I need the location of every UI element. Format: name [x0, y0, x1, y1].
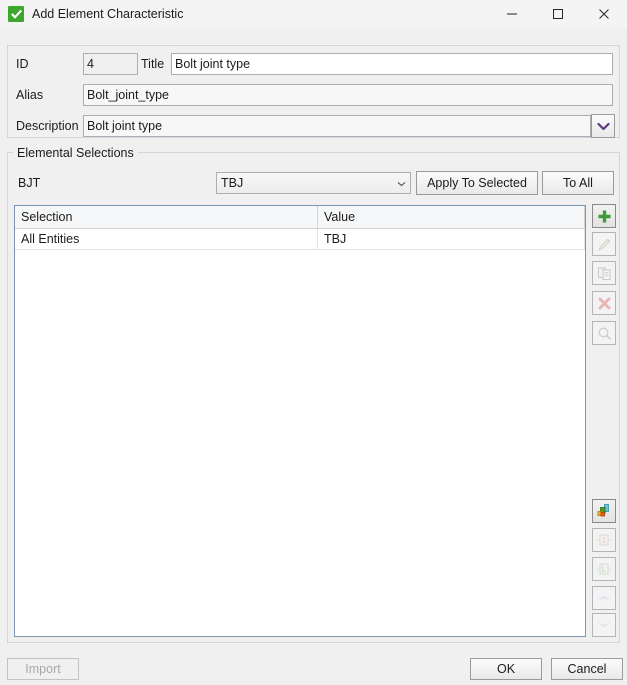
title-field[interactable]: Bolt joint type — [171, 53, 613, 75]
alias-field[interactable]: Bolt_joint_type — [83, 84, 613, 106]
chevron-down-icon — [596, 621, 612, 629]
characteristic-fields-panel: ID 4 Title Bolt joint type Alias Bolt_jo… — [7, 45, 620, 138]
title-label: Title — [141, 57, 164, 71]
copy-icon — [597, 266, 612, 281]
window-title: Add Element Characteristic — [32, 7, 183, 21]
chevron-down-icon — [397, 176, 406, 190]
chevron-up-icon — [596, 594, 612, 602]
svg-text:1: 1 — [602, 536, 607, 545]
title-bar: Add Element Characteristic — [0, 0, 627, 28]
find-row-button — [592, 321, 616, 345]
blocks-icon — [596, 503, 612, 519]
select-entities-button[interactable] — [592, 499, 616, 523]
move-up-button — [592, 586, 616, 610]
window-controls — [489, 0, 627, 28]
green-check-icon — [8, 6, 24, 22]
move-down-button — [592, 613, 616, 637]
alias-label: Alias — [16, 88, 43, 102]
to-all-button[interactable]: To All — [542, 171, 614, 195]
letter-selection-button: L — [592, 557, 616, 581]
cell-value[interactable]: TBJ — [318, 229, 585, 250]
delete-x-icon — [597, 296, 612, 311]
add-row-button[interactable] — [592, 204, 616, 228]
cancel-button[interactable]: Cancel — [551, 658, 623, 680]
close-icon[interactable] — [581, 0, 627, 28]
maximize-icon[interactable] — [535, 0, 581, 28]
apply-to-selected-button[interactable]: Apply To Selected — [416, 171, 538, 195]
description-field[interactable]: Bolt joint type — [83, 115, 591, 137]
column-header-selection[interactable]: Selection — [15, 206, 318, 229]
column-header-value[interactable]: Value — [318, 206, 585, 229]
id-label: ID — [16, 57, 29, 71]
selections-table[interactable]: Selection Value All Entities TBJ — [14, 205, 586, 637]
magnifier-icon — [597, 326, 612, 341]
edit-row-button — [592, 232, 616, 256]
characteristic-label: BJT — [18, 176, 40, 190]
cell-selection[interactable]: All Entities — [15, 229, 318, 250]
number-selection-button: 1 — [592, 528, 616, 552]
import-button[interactable]: Import — [7, 658, 79, 680]
description-label: Description — [16, 119, 79, 133]
value-combobox[interactable]: TBJ — [216, 172, 411, 194]
duplicate-row-button — [592, 261, 616, 285]
table-row[interactable]: All Entities TBJ — [15, 229, 585, 250]
value-combobox-value: TBJ — [221, 176, 397, 190]
table-header-row: Selection Value — [15, 206, 585, 229]
minimize-icon[interactable] — [489, 0, 535, 28]
number-one-icon: 1 — [596, 533, 612, 547]
letter-l-icon: L — [596, 562, 612, 576]
svg-text:L: L — [602, 565, 607, 574]
elemental-selections-label: Elemental Selections — [13, 147, 138, 159]
chevron-down-icon[interactable] — [591, 114, 615, 138]
pencil-icon — [597, 237, 612, 252]
plus-icon — [597, 209, 612, 224]
id-field[interactable]: 4 — [83, 53, 138, 75]
delete-row-button — [592, 291, 616, 315]
ok-button[interactable]: OK — [470, 658, 542, 680]
